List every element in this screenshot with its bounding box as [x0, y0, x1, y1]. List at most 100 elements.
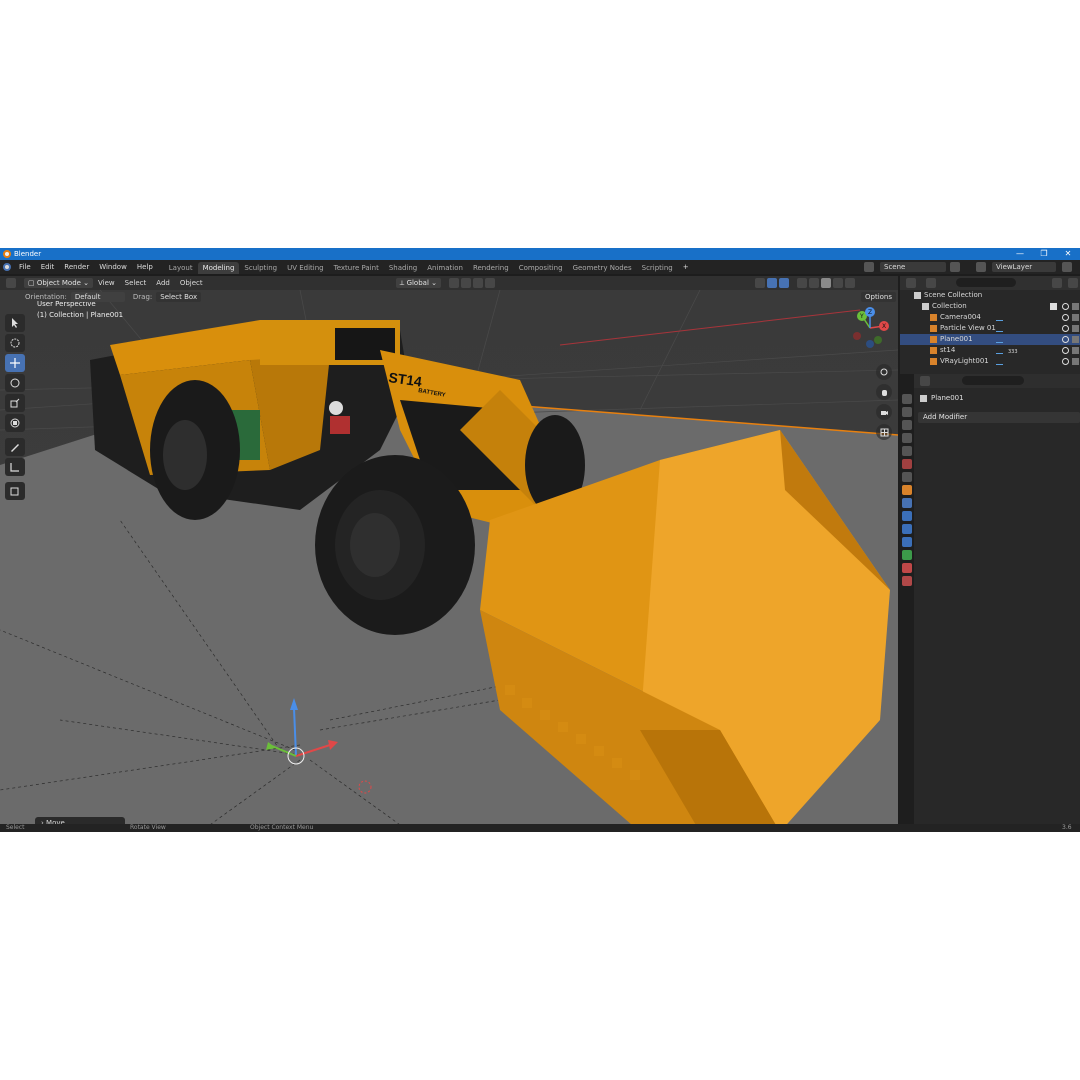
world-tab-icon[interactable]: [902, 459, 912, 469]
modifier-indicator-icon[interactable]: [996, 358, 1003, 365]
modifier-indicator-icon[interactable]: [996, 336, 1003, 343]
outliner-item-camera004[interactable]: Camera004: [900, 312, 1080, 323]
new-collection-icon[interactable]: [1068, 278, 1078, 288]
output-tab-icon[interactable]: [902, 420, 912, 430]
xray-icon[interactable]: [797, 278, 807, 288]
workspace-tab-uv-editing[interactable]: UV Editing: [282, 262, 329, 274]
menu-edit[interactable]: Edit: [36, 260, 60, 274]
physics-tab-icon[interactable]: [902, 524, 912, 534]
collection-checkbox-icon[interactable]: [1050, 303, 1057, 310]
move-tool[interactable]: [5, 354, 25, 372]
render-camera-icon[interactable]: [1072, 314, 1079, 321]
visibility-icon[interactable]: [755, 278, 765, 288]
proportional-edit-icon[interactable]: [485, 278, 495, 288]
render-camera-icon[interactable]: [1072, 347, 1079, 354]
menu-render[interactable]: Render: [59, 260, 94, 274]
render-camera-icon[interactable]: [1072, 325, 1079, 332]
minimize-button[interactable]: —: [1008, 248, 1032, 260]
scene-icon[interactable]: [864, 262, 874, 272]
blender-menu-icon[interactable]: [0, 260, 14, 274]
workspace-tab-layout[interactable]: Layout: [164, 262, 198, 274]
object-tab-icon[interactable]: [902, 485, 912, 495]
add-modifier-button[interactable]: Add Modifier: [918, 412, 1080, 423]
scene-selector[interactable]: Scene: [880, 262, 946, 272]
material-tab-icon[interactable]: [902, 563, 912, 573]
modifier-indicator-icon[interactable]: [996, 325, 1003, 332]
modifier-indicator-icon[interactable]: [996, 314, 1003, 321]
visibility-eye-icon[interactable]: [1062, 336, 1069, 343]
tool-tab-icon[interactable]: [902, 394, 912, 404]
properties-editor-icon[interactable]: [920, 376, 930, 386]
outliner-display-mode-icon[interactable]: [926, 278, 936, 288]
measure-tool[interactable]: [5, 458, 25, 476]
filter-icon[interactable]: [1052, 278, 1062, 288]
outliner-collection[interactable]: Collection: [900, 301, 1080, 312]
view-layer-tab-icon[interactable]: [902, 433, 912, 443]
snap-icon[interactable]: [461, 278, 471, 288]
properties-search-input[interactable]: [962, 376, 1024, 385]
new-viewlayer-icon[interactable]: [1062, 262, 1072, 272]
viewport-menu-add[interactable]: Add: [151, 276, 175, 290]
collection-visibility-icon[interactable]: [1062, 303, 1069, 310]
particles-tab-icon[interactable]: [902, 511, 912, 521]
rotate-tool[interactable]: [5, 374, 25, 392]
viewlayer-selector[interactable]: ViewLayer: [992, 262, 1056, 272]
orientation-dropdown[interactable]: Default: [70, 292, 125, 302]
shading-wireframe-icon[interactable]: [809, 278, 819, 288]
workspace-tab-compositing[interactable]: Compositing: [514, 262, 568, 274]
select-tool[interactable]: [5, 314, 25, 332]
3d-viewport[interactable]: ST14 BATTERY User Perspective (1) Collec…: [0, 290, 898, 832]
camera-view-icon[interactable]: [876, 404, 892, 420]
render-tab-icon[interactable]: [902, 407, 912, 417]
visibility-eye-icon[interactable]: [1062, 358, 1069, 365]
maximize-button[interactable]: ❐: [1032, 248, 1056, 260]
outliner-item-vraylight001[interactable]: VRayLight001: [900, 356, 1080, 367]
outliner-scene-collection[interactable]: Scene Collection: [900, 290, 1080, 301]
constraints-tab-icon[interactable]: [902, 537, 912, 547]
gizmo-icon[interactable]: [767, 278, 777, 288]
data-tab-icon[interactable]: [902, 550, 912, 560]
viewport-menu-object[interactable]: Object: [175, 276, 208, 290]
close-button[interactable]: ✕: [1056, 248, 1080, 260]
collection-render-icon[interactable]: [1072, 303, 1079, 310]
zoom-icon[interactable]: [876, 364, 892, 380]
render-camera-icon[interactable]: [1072, 336, 1079, 343]
add-workspace-button[interactable]: +: [678, 260, 694, 274]
outliner-search-input[interactable]: [956, 278, 1016, 287]
modifier-tab-icon[interactable]: [902, 498, 912, 508]
viewport-menu-select[interactable]: Select: [120, 276, 152, 290]
pivot-icon[interactable]: [449, 278, 459, 288]
render-camera-icon[interactable]: [1072, 358, 1079, 365]
transform-orientation-dropdown[interactable]: ⟂ Global ⌄: [395, 278, 441, 288]
viewport-menu-view[interactable]: View: [93, 276, 120, 290]
outliner-item-particle-view-01[interactable]: Particle View 01: [900, 323, 1080, 334]
collection-tab-icon[interactable]: [902, 472, 912, 482]
shading-solid-icon[interactable]: [821, 278, 831, 288]
workspace-tab-geometry-nodes[interactable]: Geometry Nodes: [568, 262, 637, 274]
cursor-tool[interactable]: [5, 334, 25, 352]
workspace-tab-modeling[interactable]: Modeling: [197, 261, 240, 274]
ortho-grid-icon[interactable]: [876, 424, 892, 440]
new-scene-icon[interactable]: [950, 262, 960, 272]
visibility-eye-icon[interactable]: [1062, 347, 1069, 354]
menu-help[interactable]: Help: [132, 260, 158, 274]
texture-tab-icon[interactable]: [902, 576, 912, 586]
outliner-item-st14[interactable]: st14 333: [900, 345, 1080, 356]
menu-file[interactable]: File: [14, 260, 36, 274]
editor-type-icon[interactable]: [6, 278, 16, 288]
workspace-tab-sculpting[interactable]: Sculpting: [239, 262, 282, 274]
viewlayer-icon[interactable]: [976, 262, 986, 272]
drag-dropdown[interactable]: Select Box: [156, 292, 202, 302]
mode-dropdown[interactable]: ▢ Object Mode ⌄: [24, 278, 94, 288]
workspace-tab-rendering[interactable]: Rendering: [468, 262, 514, 274]
annotate-tool[interactable]: [5, 438, 25, 456]
visibility-eye-icon[interactable]: [1062, 314, 1069, 321]
shading-material-icon[interactable]: [833, 278, 843, 288]
visibility-eye-icon[interactable]: [1062, 325, 1069, 332]
options-dropdown[interactable]: Options: [861, 292, 897, 302]
menu-window[interactable]: Window: [94, 260, 132, 274]
outliner-editor-icon[interactable]: [906, 278, 916, 288]
scene-tab-icon[interactable]: [902, 446, 912, 456]
workspace-tab-animation[interactable]: Animation: [422, 262, 468, 274]
workspace-tab-shading[interactable]: Shading: [384, 262, 422, 274]
